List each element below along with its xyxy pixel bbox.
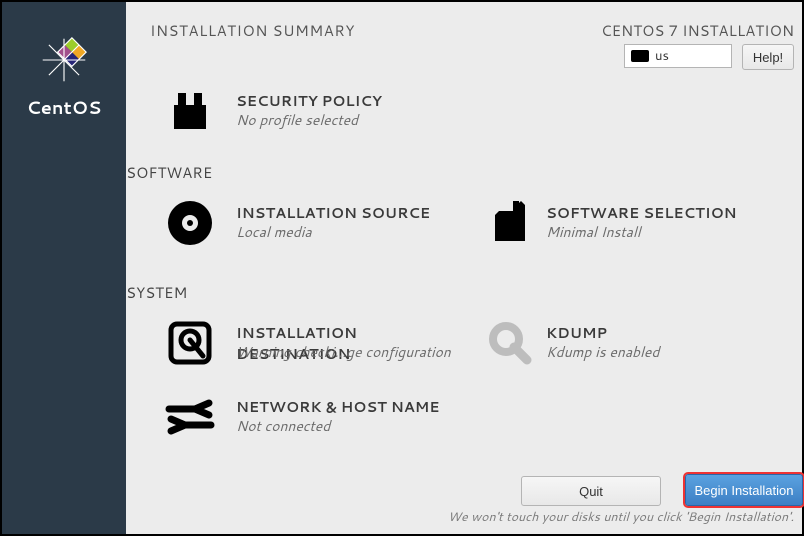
section-software-heading: SOFTWARE — [126, 162, 212, 183]
spoke-installation-destination[interactable]: INSTALLATION DESTINATION Warning checki.… — [126, 318, 456, 372]
product-title: CENTOS 7 INSTALLATION — [601, 20, 794, 41]
spoke-installation-source[interactable]: INSTALLATION SOURCE Local media — [126, 198, 456, 252]
software-selection-icon — [480, 198, 540, 248]
installation-destination-icon — [160, 318, 220, 368]
spoke-destination-status: Warning checki...ge configuration — [236, 342, 451, 362]
quit-button[interactable]: Quit — [521, 476, 661, 506]
spoke-network-hostname[interactable]: NETWORK & HOST NAME Not connected — [126, 392, 456, 446]
help-button[interactable]: Help! — [742, 44, 794, 70]
kdump-icon — [480, 318, 540, 368]
keyboard-layout-label: us — [655, 47, 669, 65]
spoke-selection-title: SOFTWARE SELECTION — [546, 202, 737, 223]
main-panel: INSTALLATION SUMMARY CENTOS 7 INSTALLATI… — [126, 2, 802, 534]
installation-hint: We won't touch your disks until you clic… — [448, 508, 794, 526]
centos-logo-icon — [36, 32, 92, 88]
spoke-selection-status: Minimal Install — [546, 222, 641, 242]
spoke-kdump-status: Kdump is enabled — [546, 342, 659, 362]
spoke-security-status: No profile selected — [236, 110, 358, 130]
spoke-security-policy[interactable]: SECURITY POLICY No profile selected — [126, 86, 456, 140]
network-hostname-icon — [160, 392, 220, 442]
brand-text: CentOS — [27, 94, 102, 120]
spoke-kdump-title: KDUMP — [546, 322, 607, 343]
spoke-source-title: INSTALLATION SOURCE — [236, 202, 430, 223]
sidebar: CentOS — [2, 2, 126, 534]
page-title: INSTALLATION SUMMARY — [150, 20, 355, 41]
installation-source-icon — [160, 198, 220, 248]
keyboard-layout-selector[interactable]: us — [624, 44, 732, 68]
section-system-heading: SYSTEM — [126, 282, 187, 303]
spoke-source-status: Local media — [236, 222, 312, 242]
spoke-software-selection[interactable]: SOFTWARE SELECTION Minimal Install — [476, 198, 804, 252]
spoke-network-status: Not connected — [236, 416, 330, 436]
spoke-network-title: NETWORK & HOST NAME — [236, 396, 439, 417]
security-policy-icon — [160, 86, 220, 136]
spoke-kdump[interactable]: KDUMP Kdump is enabled — [476, 318, 804, 372]
spoke-security-title: SECURITY POLICY — [236, 90, 382, 111]
keyboard-icon — [631, 50, 649, 62]
begin-installation-button[interactable]: Begin Installation — [685, 474, 803, 506]
